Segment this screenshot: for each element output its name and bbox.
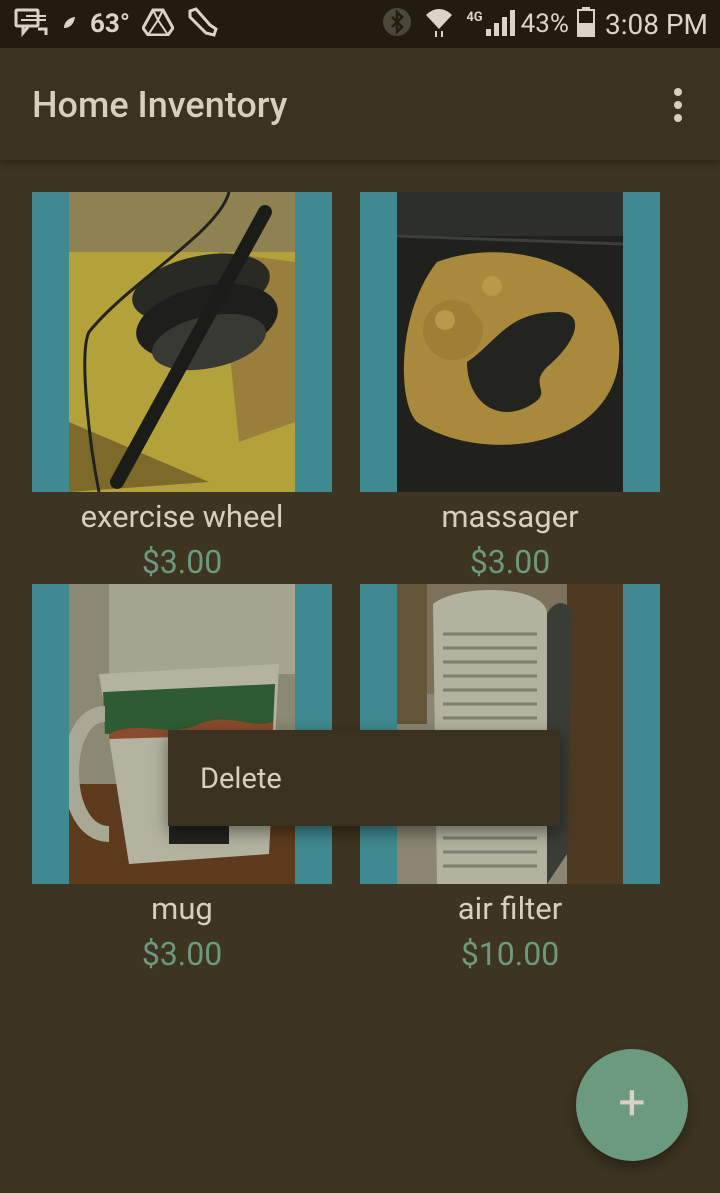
item-thumbnail[interactable] (32, 192, 332, 492)
item-price: $10.00 (460, 935, 560, 973)
page-title: Home Inventory (32, 84, 288, 126)
message-icon (14, 7, 48, 41)
item-name: air filter (457, 890, 563, 927)
status-right: 4G 43% 3:08 PM (382, 0, 708, 48)
status-left: 63° (14, 0, 230, 48)
item-name: exercise wheel (80, 498, 284, 535)
status-bar: 63° 4G 43% 3:08 PM (0, 0, 720, 48)
item-price: $3.00 (141, 935, 223, 973)
temperature-label: 63° (90, 9, 130, 39)
item-price: $3.00 (141, 543, 223, 581)
app-bar: Home Inventory (0, 48, 720, 160)
battery-icon (576, 7, 595, 41)
drive-icon (141, 8, 175, 40)
leaf-icon (60, 12, 78, 36)
shoe-icon (186, 7, 218, 41)
wifi-icon (424, 7, 454, 41)
context-menu: Delete (168, 730, 560, 826)
add-icon: + (618, 1074, 646, 1131)
item-card[interactable]: massager $3.00 (360, 192, 660, 584)
more-vert-icon[interactable] (668, 82, 692, 128)
item-price: $3.00 (469, 543, 551, 581)
bluetooth-icon (382, 7, 412, 41)
massager-photo (397, 192, 623, 492)
item-card[interactable]: exercise wheel $3.00 (32, 192, 332, 584)
network-type-label: 4G (466, 9, 483, 25)
item-thumbnail[interactable] (360, 192, 660, 492)
signal-icon (485, 7, 517, 41)
battery-percent: 43% (520, 9, 569, 39)
clock: 3:08 PM (604, 7, 708, 41)
delete-menu-item[interactable]: Delete (200, 762, 282, 796)
item-name: mug (151, 890, 213, 927)
add-item-button[interactable]: + (576, 1049, 688, 1161)
exercise-wheel-photo (69, 192, 295, 492)
item-name: massager (441, 498, 579, 535)
